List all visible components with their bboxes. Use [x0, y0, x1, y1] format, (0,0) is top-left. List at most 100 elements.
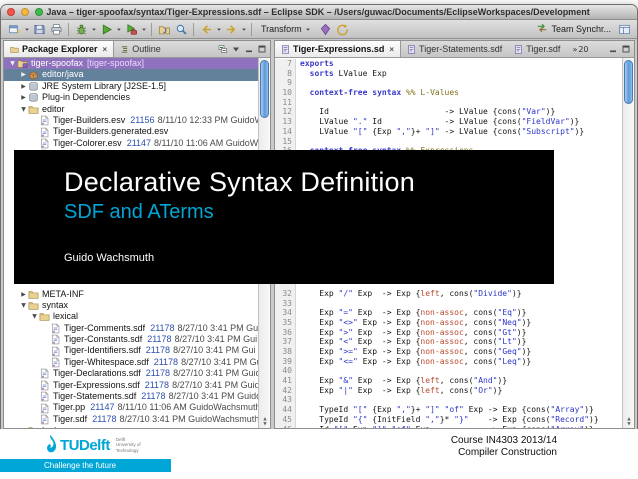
- chevron-down-icon[interactable]: [215, 21, 222, 37]
- code-line-38[interactable]: 38 Exp ">=" Exp -> Exp {non-assoc, cons(…: [275, 347, 622, 357]
- code-line-8[interactable]: 8 sorts LValue Exp: [275, 69, 622, 79]
- expander-closed-icon[interactable]: ▶: [19, 69, 28, 80]
- line-number: 41: [275, 376, 296, 386]
- chevron-down-icon[interactable]: [240, 21, 247, 37]
- code-line-35[interactable]: 35 Exp "<>" Exp -> Exp {non-assoc, cons(…: [275, 318, 622, 328]
- tree-item-plug-in-dependencies[interactable]: ▶Plug-in Dependencies: [4, 92, 258, 103]
- window-minimize-button[interactable]: [21, 8, 29, 16]
- code-line-40[interactable]: 40: [275, 366, 622, 376]
- spoofax-button[interactable]: [318, 21, 334, 37]
- code-line-32[interactable]: 32 Exp "/" Exp -> Exp {left, cons("Divid…: [275, 289, 622, 299]
- code-line-37[interactable]: 37 Exp "<" Exp -> Exp {non-assoc, cons("…: [275, 337, 622, 347]
- code-line-41[interactable]: 41 Exp "&" Exp -> Exp {left, cons("And")…: [275, 376, 622, 386]
- refresh-button[interactable]: [335, 21, 351, 37]
- minimize-view-button[interactable]: [607, 44, 618, 55]
- editor-tab-tiger-statements-sdf[interactable]: Tiger-Statements.sdf: [401, 41, 508, 57]
- tree-item-jre-system-library-j2se-1-5[interactable]: ▶JRE System Library [J2SE-1.5]: [4, 81, 258, 92]
- tree-item-tiger-builders-generated-esv[interactable]: Tiger-Builders.generated.esv: [4, 126, 258, 137]
- tree-item-tiger-comments-sdf[interactable]: Tiger-Comments.sdf211788/27/10 3:41 PM G…: [4, 323, 258, 334]
- chevron-down-icon[interactable]: [140, 21, 147, 37]
- code-line-36[interactable]: 36 Exp ">" Exp -> Exp {non-assoc, cons("…: [275, 328, 622, 338]
- code-line-43[interactable]: 43: [275, 395, 622, 405]
- maximize-view-button[interactable]: [620, 44, 631, 55]
- java-search-button[interactable]: [173, 21, 189, 37]
- expander-open-icon[interactable]: ▼: [30, 311, 39, 322]
- perspective-switcher-button[interactable]: [616, 21, 632, 37]
- code-line-11[interactable]: 11: [275, 98, 622, 108]
- tree-item-tiger-sdf[interactable]: Tiger.sdf211788/27/10 3:41 PM GuidoWachs…: [4, 414, 258, 425]
- print-button[interactable]: [48, 21, 64, 37]
- expander-open-icon[interactable]: ▼: [19, 300, 28, 311]
- chevron-down-icon[interactable]: [23, 21, 30, 37]
- tree-item-tiger-whitespace-sdf[interactable]: Tiger-Whitespace.sdf211788/27/10 3:41 PM…: [4, 357, 258, 368]
- tree-item-tiger-colorer-esv[interactable]: Tiger-Colorer.esv211478/11/10 11:06 AM G…: [4, 138, 258, 149]
- new-wizard-button[interactable]: [6, 21, 22, 37]
- debug-button[interactable]: [73, 21, 89, 37]
- code-line-44[interactable]: 44 TypeId "[" {Exp ","}+ "]" "of" Exp ->…: [275, 405, 622, 415]
- back-button[interactable]: [198, 21, 214, 37]
- editor-scrollbar[interactable]: ▲▼: [622, 58, 634, 428]
- tree-item-editor-java[interactable]: ▶editor/java: [4, 69, 258, 80]
- code-line-10[interactable]: 10 context-free syntax %% L-Values: [275, 88, 622, 98]
- window-titlebar[interactable]: Java – tiger-spoofax/syntax/Tiger-Expres…: [1, 5, 637, 20]
- expander-open-icon[interactable]: ▼: [8, 58, 17, 69]
- view-menu-button[interactable]: [230, 44, 241, 55]
- tree-item-tiger-builders-esv[interactable]: Tiger-Builders.esv211568/11/10 12:33 PM …: [4, 115, 258, 126]
- code-line-12[interactable]: 12 Id -> LValue {cons("Var")}: [275, 107, 622, 117]
- tab-close-icon[interactable]: ×: [389, 45, 394, 54]
- code-line-45[interactable]: 45 TypeId "{" {InitField ","}* "}" -> Ex…: [275, 415, 622, 425]
- editor-tab-tiger-expressions-sd[interactable]: Tiger-Expressions.sd×: [275, 41, 401, 57]
- window-zoom-button[interactable]: [35, 8, 43, 16]
- tree-item-tiger-spoofax[interactable]: ▼tiger-spoofax[tiger-spoofax]: [4, 58, 258, 69]
- new-java-project-button[interactable]: J: [156, 21, 172, 37]
- expander-closed-icon[interactable]: ▶: [19, 289, 28, 300]
- tab-package-explorer[interactable]: Package Explorer ×: [4, 41, 114, 57]
- tree-item-tiger-declarations-sdf[interactable]: Tiger-Declarations.sdf211788/27/10 3:41 …: [4, 368, 258, 379]
- collapse-all-button[interactable]: [217, 44, 228, 55]
- window-close-button[interactable]: [7, 8, 15, 16]
- expander-closed-icon[interactable]: ▶: [19, 81, 28, 92]
- expander-closed-icon[interactable]: ▶: [19, 92, 28, 103]
- scrollbar-arrows-icon[interactable]: ▲▼: [623, 417, 635, 427]
- code-line-34[interactable]: 34 Exp "=" Exp -> Exp {non-assoc, cons("…: [275, 308, 622, 318]
- tree-item-tiger-pp[interactable]: Tiger.pp211478/11/10 11:06 AM GuidoWachs…: [4, 402, 258, 413]
- maximize-view-button[interactable]: [256, 44, 267, 55]
- scrollbar-arrows-icon[interactable]: ▲▼: [259, 417, 271, 427]
- editor-tab-tiger-sdf[interactable]: Tiger.sdf: [508, 41, 566, 57]
- forward-button[interactable]: [223, 21, 239, 37]
- save-button[interactable]: [31, 21, 47, 37]
- code-line-33[interactable]: 33: [275, 299, 622, 309]
- expander-closed-icon[interactable]: ▶: [19, 425, 28, 428]
- transform-dropdown[interactable]: Transform: [256, 21, 317, 37]
- scrollbar-thumb[interactable]: [260, 60, 269, 118]
- tree-item-tiger-expressions-sdf[interactable]: Tiger-Expressions.sdf211788/27/10 3:41 P…: [4, 380, 258, 391]
- tree-item-meta-inf[interactable]: ▶META-INF: [4, 289, 258, 300]
- code-line-39[interactable]: 39 Exp "<=" Exp -> Exp {non-assoc, cons(…: [275, 357, 622, 367]
- minimize-view-button[interactable]: [243, 44, 254, 55]
- code-text: context-free syntax %% L-Values: [296, 88, 622, 98]
- tree-item-tiger-statements-sdf[interactable]: Tiger-Statements.sdf211788/27/10 3:41 PM…: [4, 391, 258, 402]
- code-line-7[interactable]: 7exports: [275, 59, 622, 69]
- tab-overflow-indicator[interactable]: » 20: [572, 41, 588, 57]
- tab-outline[interactable]: Outline: [114, 41, 167, 57]
- code-line-9[interactable]: 9: [275, 78, 622, 88]
- external-tools-button[interactable]: [123, 21, 139, 37]
- code-line-46[interactable]: 46 Id "[" Exp "]" "of" Exp -> Exp {cons(…: [275, 425, 622, 429]
- chevron-down-icon[interactable]: [90, 21, 97, 37]
- tree-item-syntax[interactable]: ▼syntax: [4, 300, 258, 311]
- code-line-42[interactable]: 42 Exp "|" Exp -> Exp {left, cons("Or")}: [275, 386, 622, 396]
- tree-item-tiger-identifiers-sdf[interactable]: Tiger-Identifiers.sdf211788/27/10 3:41 P…: [4, 345, 258, 356]
- code-line-15[interactable]: 15: [275, 137, 622, 147]
- tree-item-tiger-constants-sdf[interactable]: Tiger-Constants.sdf211788/27/10 3:41 PM …: [4, 334, 258, 345]
- chevron-down-icon[interactable]: [115, 21, 122, 37]
- tab-close-icon[interactable]: ×: [103, 45, 108, 54]
- scrollbar-thumb[interactable]: [624, 60, 633, 104]
- tree-item-test[interactable]: ▶test: [4, 425, 258, 428]
- code-line-14[interactable]: 14 LValue "[" {Exp ","}+ "]" -> LValue {…: [275, 127, 622, 137]
- code-line-13[interactable]: 13 LValue "." Id -> LValue {cons("FieldV…: [275, 117, 622, 127]
- expander-open-icon[interactable]: ▼: [19, 104, 28, 115]
- tree-item-editor[interactable]: ▼editor: [4, 104, 258, 115]
- team-sync-perspective-button[interactable]: Team Synchr...: [532, 22, 615, 36]
- run-button[interactable]: [98, 21, 114, 37]
- tree-item-lexical[interactable]: ▼lexical: [4, 311, 258, 322]
